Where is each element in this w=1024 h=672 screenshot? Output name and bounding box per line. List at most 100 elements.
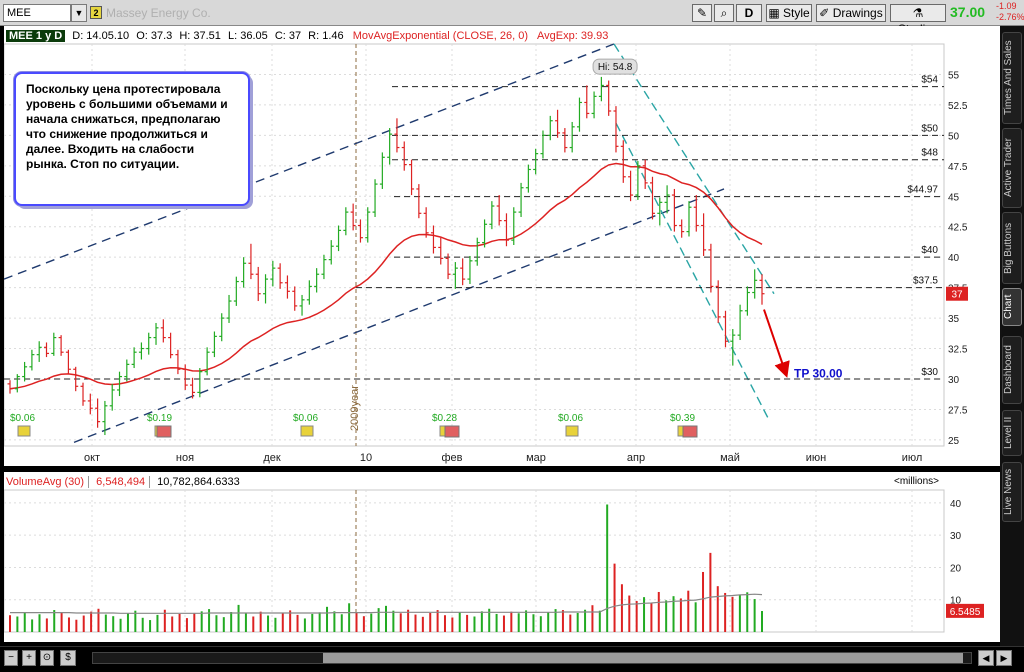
month-tick-label: мар xyxy=(526,452,546,464)
level-label: $50 xyxy=(921,123,938,134)
volume-tick-label: 20 xyxy=(950,563,962,574)
month-tick-label: апр xyxy=(627,452,645,464)
level-label: $44.97 xyxy=(907,185,938,196)
price-tick-label: 55 xyxy=(948,70,960,81)
month-tick-label: май xyxy=(720,452,740,464)
tab-chart[interactable]: Chart xyxy=(1002,288,1022,326)
earnings-icon xyxy=(156,425,172,438)
volume-plot-area xyxy=(3,489,945,633)
dividend-label: $0.28 xyxy=(432,413,457,424)
dollar-icon[interactable]: $ xyxy=(60,650,76,666)
month-tick-label: июл xyxy=(902,452,923,464)
chart-title[interactable]: MEE 1 y D xyxy=(6,30,66,42)
company-name: Massey Energy Co. xyxy=(106,6,211,20)
volume-pane[interactable]: 10 20 30 40 6.5485 VolumeAvg (30) 6,548,494 … xyxy=(3,472,1000,642)
time-scrollbar-track[interactable] xyxy=(92,652,972,664)
bar-range: R: 1.46 xyxy=(308,30,344,42)
price-tick-label: 30 xyxy=(948,375,960,386)
volume-avg-value: 10,782,864.6333 xyxy=(157,476,240,488)
price-tick-label: 47.5 xyxy=(948,162,968,173)
zoom-icon[interactable]: ⌕ xyxy=(714,4,734,22)
bottom-scroll-bar: − + ⊙ $ ◀ ▶ xyxy=(0,646,1024,672)
tab-level-ii[interactable]: Level II xyxy=(1002,410,1022,456)
dividend-icon xyxy=(17,425,31,437)
bar-close: C: 37 xyxy=(274,30,302,42)
tab-active-trader[interactable]: Active Trader xyxy=(1002,128,1022,208)
dividend-label: $0.06 xyxy=(558,413,583,424)
volume-header: VolumeAvg (30) 6,548,494 10,782,864.6333 xyxy=(6,474,240,490)
symbol-dropdown-icon[interactable]: ▼ xyxy=(71,4,87,22)
dividend-icon xyxy=(565,425,579,437)
month-tick-label: июн xyxy=(806,452,826,464)
price-change: -1.09 xyxy=(996,1,1017,11)
zoom-in-icon[interactable]: + xyxy=(22,650,36,666)
bar-open: O: 37.3 xyxy=(136,30,173,42)
level-label: $48 xyxy=(921,148,938,159)
side-tab-strip: Times And Sales Active Trader Big Button… xyxy=(1000,26,1024,646)
volume-tick-label: 30 xyxy=(950,531,962,542)
tab-dashboard[interactable]: Dashboard xyxy=(1002,336,1022,404)
volume-title[interactable]: VolumeAvg (30) xyxy=(6,476,90,488)
drawings-label: Drawings xyxy=(832,6,883,20)
tab-live-news[interactable]: Live News xyxy=(1002,462,1022,522)
dividend-label: $0.19 xyxy=(147,413,172,424)
last-price: 37.00 xyxy=(950,4,986,20)
symbol-input[interactable]: MEE xyxy=(3,4,71,22)
scroll-left-icon[interactable]: ◀ xyxy=(978,650,994,666)
level-label: $54 xyxy=(921,75,938,86)
earnings-icon xyxy=(682,425,698,438)
style-icon: ▦ xyxy=(768,6,780,20)
volume-last-tag: 6.5485 xyxy=(950,607,981,618)
drawings-button[interactable]: ✐ Drawings xyxy=(816,4,886,22)
price-tick-label: 50 xyxy=(948,131,960,142)
link-group-badge[interactable]: 2 xyxy=(90,6,102,19)
dividend-label: $0.06 xyxy=(10,413,35,424)
month-tick-label: дек xyxy=(263,452,281,464)
price-tick-label: 45 xyxy=(948,192,960,203)
study-name[interactable]: MovAvgExponential (CLOSE, 26, 0) xyxy=(353,30,528,42)
current-price-tag: 37 xyxy=(951,290,963,301)
dividend-label: $0.39 xyxy=(670,413,695,424)
volume-units: <millions> xyxy=(894,476,940,487)
price-change-percent: -2.76% xyxy=(996,12,1024,22)
app-window: MEE ▼ 2 Massey Energy Co. ✎ ⌕ D ▦ Style … xyxy=(0,0,1024,672)
studies-icon: ⚗ xyxy=(912,6,924,20)
tab-times-and-sales[interactable]: Times And Sales xyxy=(1002,32,1022,124)
price-tick-label: 40 xyxy=(948,253,960,264)
volume-value: 6,548,494 xyxy=(92,476,151,488)
month-tick-label: фев xyxy=(441,452,462,464)
scroll-right-icon[interactable]: ▶ xyxy=(996,650,1012,666)
level-label: $40 xyxy=(921,245,938,256)
bar-low: L: 36.05 xyxy=(227,30,268,42)
bar-date: D: 14.05.10 xyxy=(72,30,130,42)
level-label: $37.5 xyxy=(913,276,938,287)
annotation-callout[interactable]: Поскольку цена протестировала уровень с … xyxy=(14,72,250,206)
volume-chart[interactable]: 102030406.5485 xyxy=(3,472,1000,642)
drawing-tools-icon[interactable]: ✎ xyxy=(692,4,712,22)
earnings-icon xyxy=(444,425,460,438)
month-tick-label: ноя xyxy=(176,452,194,464)
bar-high: H: 37.51 xyxy=(179,30,221,42)
price-tick-label: 42.5 xyxy=(948,223,968,234)
center-icon[interactable]: ⊙ xyxy=(40,650,54,666)
zoom-out-icon[interactable]: − xyxy=(4,650,18,666)
chart-toolbar: MEE ▼ 2 Massey Energy Co. ✎ ⌕ D ▦ Style … xyxy=(0,0,1024,36)
style-button[interactable]: ▦ Style xyxy=(766,4,812,22)
period-button[interactable]: D xyxy=(736,4,762,22)
drawings-icon: ✐ xyxy=(819,6,830,20)
price-tick-label: 27.5 xyxy=(948,405,968,416)
price-tick-label: 52.5 xyxy=(948,101,968,112)
high-label: Hi: 54.8 xyxy=(598,62,633,73)
dividend-icon xyxy=(300,425,314,437)
year-label: 2009year xyxy=(349,385,361,431)
style-label: Style xyxy=(783,6,810,20)
time-scrollbar-thumb[interactable] xyxy=(323,653,963,663)
target-label: TP 30.00 xyxy=(794,366,843,380)
month-tick-label: 10 xyxy=(360,452,372,464)
tab-big-buttons[interactable]: Big Buttons xyxy=(1002,212,1022,284)
study-value: AvgExp: 39.93 xyxy=(537,30,609,42)
price-chart-pane[interactable]: 2527.53032.53537.54042.54547.55052.555ок… xyxy=(3,26,1000,466)
month-tick-label: окт xyxy=(84,452,100,464)
studies-button[interactable]: ⚗ Studies xyxy=(890,4,946,36)
price-tick-label: 32.5 xyxy=(948,345,968,356)
